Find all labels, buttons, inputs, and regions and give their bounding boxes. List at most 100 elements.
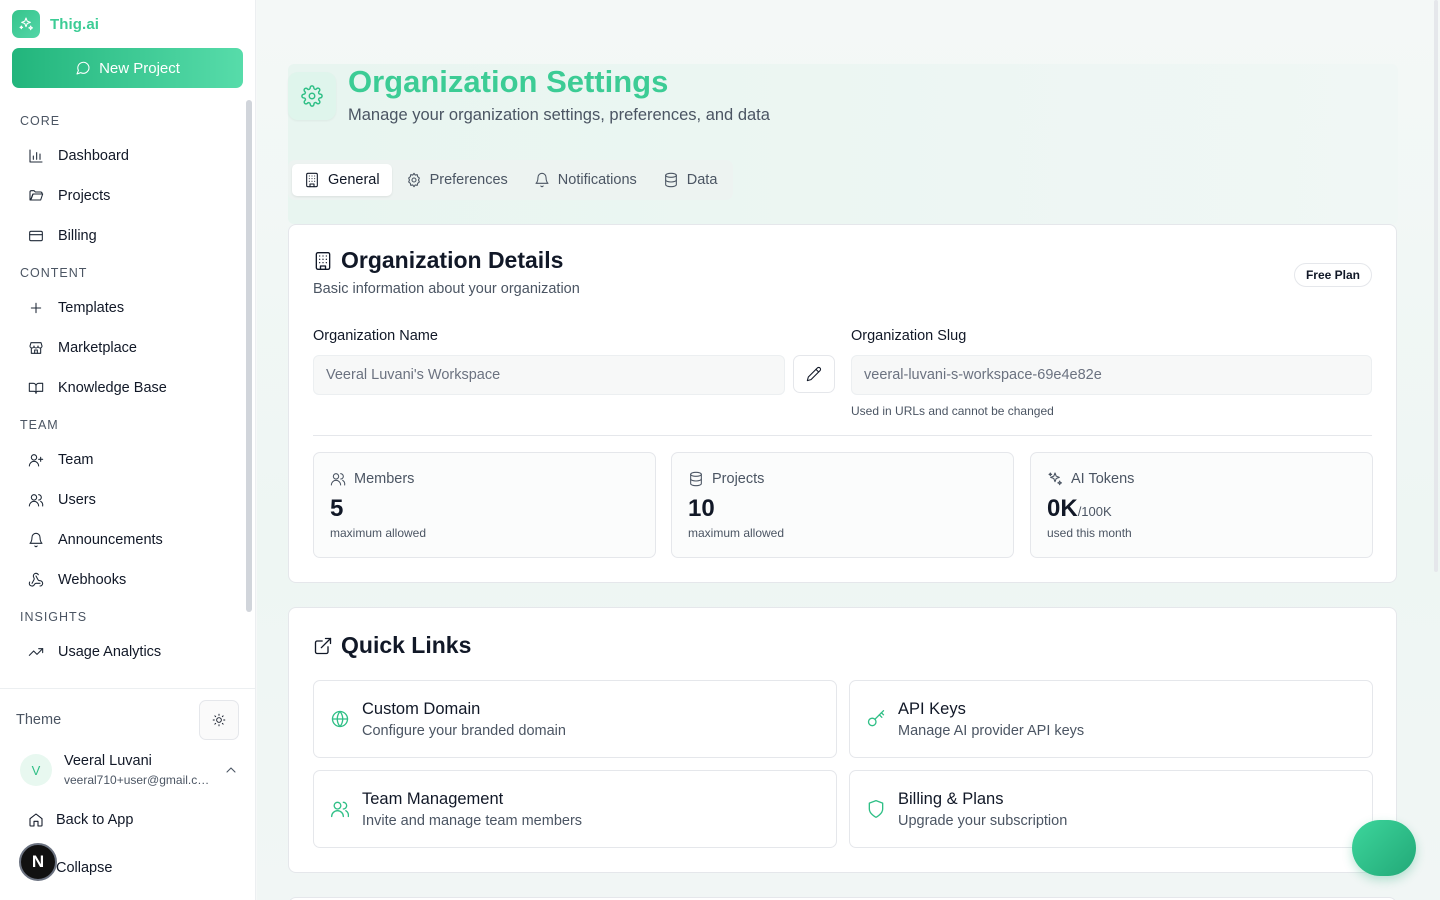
stat-header: Projects bbox=[688, 471, 764, 487]
bell-icon bbox=[29, 532, 43, 548]
sidebar-item-label: Usage Analytics bbox=[58, 644, 162, 660]
chat-fab-button[interactable] bbox=[1352, 820, 1416, 876]
trending-up-icon bbox=[28, 648, 44, 656]
collapse-label: Collapse bbox=[56, 860, 113, 876]
globe-icon bbox=[330, 709, 350, 729]
external-link-icon bbox=[314, 637, 332, 654]
book-icon bbox=[28, 382, 44, 394]
new-project-label: New Project bbox=[99, 59, 180, 77]
quick-links-card: Quick Links Custom Domain Configure your… bbox=[288, 607, 1397, 873]
stat-label: AI Tokens bbox=[1071, 471, 1135, 487]
organization-details-card: Organization Details Basic information a… bbox=[288, 224, 1397, 583]
theme-toggle-button[interactable] bbox=[199, 700, 239, 740]
user-menu[interactable]: V Veeral Luvani veeral710+user@gmail.com bbox=[20, 750, 239, 790]
sun-icon bbox=[212, 713, 226, 727]
tab-label: Preferences bbox=[429, 172, 508, 188]
stat-value: 0K/100K bbox=[1047, 495, 1112, 523]
sidebar-item-team[interactable]: Team bbox=[12, 440, 248, 480]
organization-slug-field[interactable]: veeral-luvani-s-workspace-69e4e82e bbox=[851, 355, 1372, 395]
bell-icon bbox=[535, 172, 549, 188]
main-content: Organization Settings Manage your organi… bbox=[257, 0, 1440, 900]
stat-number: 0K bbox=[1047, 495, 1078, 522]
sidebar-item-label: Knowledge Base bbox=[58, 380, 167, 396]
organization-name-field[interactable]: Veeral Luvani's Workspace bbox=[313, 355, 785, 395]
tab-label: General bbox=[328, 172, 380, 188]
quick-link-api-keys[interactable]: API Keys Manage AI provider API keys bbox=[849, 680, 1373, 758]
quick-link-description: Configure your branded domain bbox=[362, 723, 566, 739]
sidebar-item-templates[interactable]: Templates bbox=[12, 288, 248, 328]
sidebar-item-label: Templates bbox=[58, 300, 125, 316]
sidebar-nav: CORE Dashboard Projects Billing CONTENT … bbox=[0, 104, 256, 672]
sidebar-item-dashboard[interactable]: Dashboard bbox=[12, 136, 248, 176]
users-icon bbox=[330, 473, 346, 486]
tab-data[interactable]: Data bbox=[651, 164, 730, 196]
user-email: veeral710+user@gmail.com bbox=[64, 773, 211, 787]
brand-name: Thig.ai bbox=[50, 15, 100, 33]
sidebar-item-label: Users bbox=[58, 492, 96, 508]
main-scrollbar[interactable] bbox=[1434, 0, 1438, 572]
stat-value: 10 bbox=[688, 495, 715, 523]
plan-badge: Free Plan bbox=[1293, 263, 1372, 287]
quick-link-description: Invite and manage team members bbox=[362, 813, 583, 829]
quick-link-custom-domain[interactable]: Custom Domain Configure your branded dom… bbox=[313, 680, 837, 758]
tab-preferences[interactable]: Preferences bbox=[394, 164, 520, 196]
quick-link-description: Manage AI provider API keys bbox=[898, 723, 1085, 739]
section-label-content: CONTENT bbox=[20, 266, 88, 280]
sidebar-item-label: Marketplace bbox=[58, 340, 137, 356]
stat-header: Members bbox=[330, 471, 414, 487]
theme-row: Theme bbox=[16, 700, 239, 740]
sidebar-item-label: Billing bbox=[58, 228, 97, 244]
plus-icon bbox=[30, 302, 42, 314]
edit-name-button[interactable] bbox=[793, 355, 835, 393]
quick-link-title: Team Management bbox=[362, 790, 504, 808]
sparkles-icon bbox=[1048, 472, 1063, 486]
brand[interactable]: Thig.ai bbox=[12, 10, 99, 38]
section-label-insights: INSIGHTS bbox=[20, 610, 88, 624]
tab-general[interactable]: General bbox=[292, 164, 392, 196]
stat-number: 10 bbox=[688, 495, 715, 522]
page-title: Organization Settings bbox=[348, 64, 669, 99]
gear-icon bbox=[407, 172, 420, 188]
quick-link-title: Custom Domain bbox=[362, 700, 481, 718]
section-label-core: CORE bbox=[20, 114, 61, 128]
bar-chart-icon bbox=[29, 149, 43, 163]
sidebar-item-knowledge-base[interactable]: Knowledge Base bbox=[12, 368, 248, 408]
stat-value: 5 bbox=[330, 495, 343, 523]
stat-number: 5 bbox=[330, 495, 344, 522]
organization-name-label: Organization Name bbox=[313, 328, 438, 344]
users-icon bbox=[330, 799, 350, 819]
organization-slug-label: Organization Slug bbox=[851, 328, 967, 344]
slug-hint: Used in URLs and cannot be changed bbox=[851, 404, 1054, 418]
chevron-up-icon bbox=[226, 767, 236, 773]
quick-link-billing-plans[interactable]: Billing & Plans Upgrade your subscriptio… bbox=[849, 770, 1373, 848]
tab-label: Data bbox=[686, 172, 718, 188]
gear-icon bbox=[288, 72, 336, 120]
card-header: Quick Links bbox=[313, 632, 471, 659]
stat-members: Members 5 maximum allowed bbox=[313, 452, 656, 558]
sidebar-item-webhooks[interactable]: Webhooks bbox=[12, 560, 248, 600]
section-label-team: TEAM bbox=[20, 418, 59, 432]
sidebar-item-label: Projects bbox=[58, 188, 111, 204]
database-icon bbox=[690, 471, 702, 487]
dev-tools-badge[interactable]: N bbox=[19, 843, 57, 881]
quick-link-team-management[interactable]: Team Management Invite and manage team m… bbox=[313, 770, 837, 848]
building-icon bbox=[306, 172, 318, 188]
back-to-app-link[interactable]: Back to App bbox=[28, 808, 133, 832]
tab-notifications[interactable]: Notifications bbox=[522, 164, 649, 196]
sidebar-item-label: Announcements bbox=[58, 532, 163, 548]
webhook-icon bbox=[28, 572, 44, 587]
user-name: Veeral Luvani bbox=[64, 753, 152, 769]
back-to-app-label: Back to App bbox=[56, 812, 134, 828]
sidebar-item-users[interactable]: Users bbox=[12, 480, 248, 520]
key-icon bbox=[866, 709, 886, 729]
stat-projects: Projects 10 maximum allowed bbox=[671, 452, 1014, 558]
new-project-button[interactable]: New Project bbox=[12, 48, 243, 88]
folder-icon bbox=[29, 190, 44, 201]
sidebar-item-announcements[interactable]: Announcements bbox=[12, 520, 248, 560]
home-icon bbox=[29, 813, 43, 827]
user-info: Veeral Luvani veeral710+user@gmail.com bbox=[64, 753, 211, 787]
sidebar-item-projects[interactable]: Projects bbox=[12, 176, 248, 216]
sidebar-item-billing[interactable]: Billing bbox=[12, 216, 248, 256]
sidebar-item-usage-analytics[interactable]: Usage Analytics bbox=[12, 632, 248, 672]
sidebar-item-marketplace[interactable]: Marketplace bbox=[12, 328, 248, 368]
